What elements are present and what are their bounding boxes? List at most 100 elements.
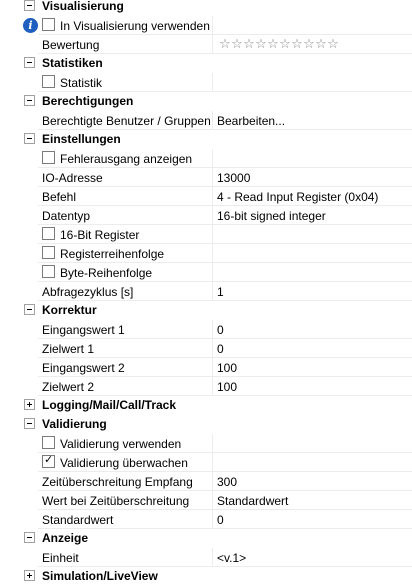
property-row-wert-bei-zeitueberschreitung[interactable]: Wert bei Zeitüberschreitung Standardwert bbox=[0, 491, 412, 510]
category-korrektur[interactable]: Korrektur bbox=[0, 301, 412, 320]
property-row-zielwert-2[interactable]: Zielwert 2 100 bbox=[0, 377, 412, 396]
property-name-cell[interactable]: Fehlerausgang anzeigen bbox=[38, 149, 213, 168]
property-row-eingangswert-1[interactable]: Eingangswert 1 0 bbox=[0, 320, 412, 339]
collapse-icon[interactable] bbox=[24, 418, 35, 429]
property-value-cell[interactable]: 1 bbox=[213, 282, 412, 301]
property-value-cell[interactable]: 0 bbox=[213, 320, 412, 339]
rating-stars[interactable]: ☆☆☆☆☆☆☆☆☆☆ bbox=[219, 37, 339, 51]
property-row-in-visualisierung-verwenden[interactable]: i In Visualisierung verwenden bbox=[0, 16, 412, 35]
property-row-eingangswert-2[interactable]: Eingangswert 2 100 bbox=[0, 358, 412, 377]
property-row-befehl[interactable]: Befehl 4 - Read Input Register (0x04) bbox=[0, 187, 412, 206]
star-icon[interactable]: ☆ bbox=[219, 37, 231, 51]
property-value-cell[interactable] bbox=[213, 16, 412, 35]
category-einstellungen[interactable]: Einstellungen bbox=[0, 130, 412, 149]
property-name-cell[interactable]: Standardwert bbox=[38, 510, 213, 529]
collapse-icon[interactable] bbox=[24, 0, 35, 11]
collapse-icon[interactable] bbox=[24, 304, 35, 315]
info-icon[interactable]: i bbox=[23, 18, 38, 33]
collapse-icon[interactable] bbox=[24, 532, 35, 543]
category-simulation-liveview[interactable]: Simulation/LiveView bbox=[0, 567, 412, 586]
star-icon[interactable]: ☆ bbox=[291, 37, 303, 51]
property-row-berechtigte-benutzer-gruppen[interactable]: Berechtigte Benutzer / Gruppen Bearbeiten… bbox=[0, 111, 412, 130]
property-value-cell[interactable]: <v.1> bbox=[213, 548, 412, 567]
collapse-icon[interactable] bbox=[24, 95, 35, 106]
property-name-cell[interactable]: Eingangswert 2 bbox=[38, 358, 213, 377]
property-name-cell[interactable]: Befehl bbox=[38, 187, 213, 206]
category-statistiken[interactable]: Statistiken bbox=[0, 54, 412, 73]
checkbox[interactable] bbox=[42, 18, 55, 31]
property-value-cell[interactable]: 100 bbox=[213, 377, 412, 396]
expand-icon[interactable] bbox=[24, 570, 35, 581]
property-value-cell[interactable]: Bearbeiten... bbox=[213, 111, 412, 130]
property-value-cell[interactable] bbox=[213, 453, 412, 472]
property-name-cell[interactable]: Zielwert 2 bbox=[38, 377, 213, 396]
star-icon[interactable]: ☆ bbox=[267, 37, 279, 51]
property-row-fehlerausgang-anzeigen[interactable]: Fehlerausgang anzeigen bbox=[0, 149, 412, 168]
property-value-cell[interactable]: Standardwert bbox=[213, 491, 412, 510]
star-icon[interactable]: ☆ bbox=[315, 37, 327, 51]
property-row-validierung-verwenden[interactable]: Validierung verwenden bbox=[0, 434, 412, 453]
property-name-cell[interactable]: Byte-Reihenfolge bbox=[38, 263, 213, 282]
checkbox[interactable] bbox=[42, 75, 55, 88]
property-name-cell[interactable]: ✓ Validierung überwachen bbox=[38, 453, 213, 472]
property-name-cell[interactable]: Bewertung bbox=[38, 35, 213, 54]
property-value-cell[interactable]: 16-bit signed integer bbox=[213, 206, 412, 225]
category-logging-mail-call-track[interactable]: Logging/Mail/Call/Track bbox=[0, 396, 412, 415]
collapse-icon[interactable] bbox=[24, 57, 35, 68]
checkbox[interactable] bbox=[42, 265, 55, 278]
property-row-zeitueberschreitung-empfang[interactable]: Zeitüberschreitung Empfang 300 bbox=[0, 472, 412, 491]
checkbox[interactable] bbox=[42, 227, 55, 240]
property-value-cell[interactable] bbox=[213, 73, 412, 92]
category-validierung[interactable]: Validierung bbox=[0, 415, 412, 434]
checkbox[interactable] bbox=[42, 436, 55, 449]
property-name-cell[interactable]: Registerreihenfolge bbox=[38, 244, 213, 263]
property-row-standardwert[interactable]: Standardwert 0 bbox=[0, 510, 412, 529]
property-name-cell[interactable]: Statistik bbox=[38, 73, 213, 92]
checkbox[interactable] bbox=[42, 246, 55, 259]
star-icon[interactable]: ☆ bbox=[279, 37, 291, 51]
property-name-cell[interactable]: Einheit bbox=[38, 548, 213, 567]
category-berechtigungen[interactable]: Berechtigungen bbox=[0, 92, 412, 111]
property-name-cell[interactable]: In Visualisierung verwenden bbox=[38, 16, 213, 35]
property-row-datentyp[interactable]: Datentyp 16-bit signed integer bbox=[0, 206, 412, 225]
star-icon[interactable]: ☆ bbox=[327, 37, 339, 51]
property-value-cell[interactable]: ☆☆☆☆☆☆☆☆☆☆ bbox=[213, 35, 412, 54]
property-value-cell[interactable] bbox=[213, 225, 412, 244]
property-row-statistik[interactable]: Statistik bbox=[0, 73, 412, 92]
property-value-cell[interactable]: 0 bbox=[213, 510, 412, 529]
property-value-cell[interactable]: 0 bbox=[213, 339, 412, 358]
property-value-cell[interactable] bbox=[213, 149, 412, 168]
category-visualisierung[interactable]: Visualisierung bbox=[0, 0, 412, 16]
property-row-bewertung[interactable]: Bewertung ☆☆☆☆☆☆☆☆☆☆ bbox=[0, 35, 412, 54]
star-icon[interactable]: ☆ bbox=[255, 37, 267, 51]
property-name-cell[interactable]: Eingangswert 1 bbox=[38, 320, 213, 339]
property-row-16-bit-register[interactable]: 16-Bit Register bbox=[0, 225, 412, 244]
property-value-cell[interactable] bbox=[213, 263, 412, 282]
property-value-cell[interactable] bbox=[213, 434, 412, 453]
property-value-cell[interactable] bbox=[213, 244, 412, 263]
property-row-einheit[interactable]: Einheit <v.1> bbox=[0, 548, 412, 567]
property-value-cell[interactable]: 100 bbox=[213, 358, 412, 377]
property-name-cell[interactable]: IO-Adresse bbox=[38, 168, 213, 187]
collapse-icon[interactable] bbox=[24, 133, 35, 144]
property-name-cell[interactable]: Berechtigte Benutzer / Gruppen bbox=[38, 111, 213, 130]
property-row-abfragezyklus-s[interactable]: Abfragezyklus [s] 1 bbox=[0, 282, 412, 301]
property-row-io-adresse[interactable]: IO-Adresse 13000 bbox=[0, 168, 412, 187]
category-anzeige[interactable]: Anzeige bbox=[0, 529, 412, 548]
property-name-cell[interactable]: Abfragezyklus [s] bbox=[38, 282, 213, 301]
property-name-cell[interactable]: Validierung verwenden bbox=[38, 434, 213, 453]
property-value-cell[interactable]: 300 bbox=[213, 472, 412, 491]
property-name-cell[interactable]: 16-Bit Register bbox=[38, 225, 213, 244]
checkbox[interactable] bbox=[42, 151, 55, 164]
star-icon[interactable]: ☆ bbox=[231, 37, 243, 51]
property-name-cell[interactable]: Zielwert 1 bbox=[38, 339, 213, 358]
property-value-cell[interactable]: 13000 bbox=[213, 168, 412, 187]
property-row-byte-reihenfolge[interactable]: Byte-Reihenfolge bbox=[0, 263, 412, 282]
star-icon[interactable]: ☆ bbox=[303, 37, 315, 51]
property-name-cell[interactable]: Wert bei Zeitüberschreitung bbox=[38, 491, 213, 510]
property-name-cell[interactable]: Zeitüberschreitung Empfang bbox=[38, 472, 213, 491]
star-icon[interactable]: ☆ bbox=[243, 37, 255, 51]
property-row-validierung-ueberwachen[interactable]: ✓ Validierung überwachen bbox=[0, 453, 412, 472]
property-row-zielwert-1[interactable]: Zielwert 1 0 bbox=[0, 339, 412, 358]
checkbox[interactable]: ✓ bbox=[42, 454, 55, 468]
